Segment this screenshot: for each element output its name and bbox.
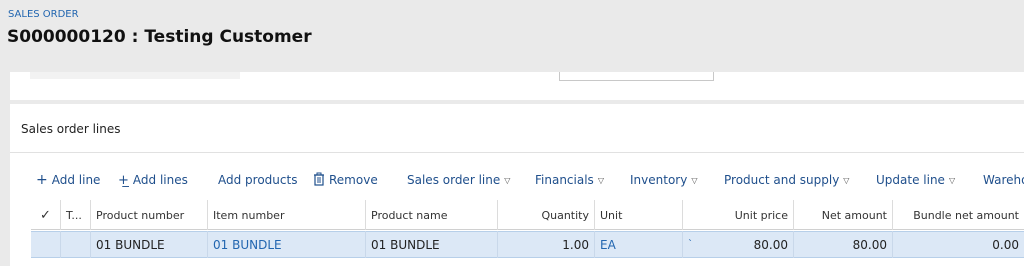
breadcrumb[interactable]: SALES ORDER	[8, 9, 79, 20]
product-and-supply-menu[interactable]: Product and supply ▽	[724, 170, 849, 190]
add-products-button[interactable]: Add products	[218, 170, 297, 190]
warehouse-menu[interactable]: Wareho	[983, 170, 1024, 190]
bundle-net-amount-cell[interactable]: 0.00	[892, 231, 1024, 258]
chevron-down-icon: ▽	[691, 175, 698, 185]
net-amount-cell[interactable]: 80.00	[793, 231, 892, 258]
sales-order-lines-grid: ✓ T... Product number Item number Produc…	[31, 200, 1024, 266]
page-header: SALES ORDER S000000120 : Testing Custome…	[0, 0, 1024, 72]
inventory-label: Inventory	[630, 173, 688, 187]
row-type-cell	[60, 231, 90, 258]
chevron-down-icon: ▽	[597, 175, 604, 185]
column-header-item-number[interactable]: Item number	[207, 200, 365, 230]
financials-menu[interactable]: Financials ▽	[535, 170, 604, 190]
trash-icon	[313, 172, 325, 189]
column-header-bundle-net-amount[interactable]: Bundle net amount	[892, 200, 1024, 230]
header-field-input[interactable]	[559, 72, 714, 81]
plus-icon: +	[36, 172, 48, 188]
quantity-cell[interactable]: 1.00	[497, 231, 594, 258]
column-header-product-number[interactable]: Product number	[90, 200, 207, 230]
warehouse-label: Wareho	[983, 173, 1024, 187]
financials-label: Financials	[535, 173, 594, 187]
unit-price-marker: ˋ	[682, 231, 702, 258]
chevron-down-icon: ▽	[504, 175, 511, 185]
page-title: S000000120 : Testing Customer	[7, 27, 312, 47]
column-header-unit-price[interactable]: Unit price	[682, 200, 793, 230]
add-products-label: Add products	[218, 173, 298, 187]
lines-toolbar: + Add line +̲ Add lines Add products Rem…	[0, 170, 1024, 190]
column-header-net-amount[interactable]: Net amount	[793, 200, 892, 230]
product-name-cell[interactable]: 01 BUNDLE	[365, 231, 497, 258]
product-and-supply-label: Product and supply	[724, 173, 840, 187]
select-all-checkbox[interactable]: ✓	[31, 200, 60, 230]
row-select-checkbox[interactable]	[31, 231, 60, 258]
product-number-cell[interactable]: 01 BUNDLE	[90, 231, 207, 258]
header-field-left	[30, 72, 240, 79]
inventory-menu[interactable]: Inventory ▽	[630, 170, 697, 190]
add-line-label: Add line	[51, 173, 101, 187]
plus-lines-icon: +̲	[118, 172, 129, 188]
item-number-link[interactable]: 01 BUNDLE	[207, 231, 365, 258]
section-divider	[10, 152, 1024, 153]
unit-price-cell[interactable]: 80.00	[702, 231, 793, 258]
remove-button[interactable]: Remove	[313, 170, 378, 190]
add-line-button[interactable]: + Add line	[36, 170, 100, 190]
remove-label: Remove	[329, 173, 378, 187]
update-line-label: Update line	[876, 173, 945, 187]
chevron-down-icon: ▽	[843, 175, 850, 185]
add-lines-label: Add lines	[132, 173, 188, 187]
sales-order-line-label: Sales order line	[407, 173, 501, 187]
column-header-quantity[interactable]: Quantity	[497, 200, 594, 230]
update-line-menu[interactable]: Update line ▽	[876, 170, 955, 190]
unit-link[interactable]: EA	[594, 231, 682, 258]
sales-order-line-menu[interactable]: Sales order line ▽	[407, 170, 510, 190]
add-lines-button[interactable]: +̲ Add lines	[118, 170, 188, 190]
column-header-type[interactable]: T...	[60, 200, 90, 230]
column-header-product-name[interactable]: Product name	[365, 200, 497, 230]
column-header-unit[interactable]: Unit	[594, 200, 682, 230]
chevron-down-icon: ▽	[948, 175, 956, 185]
section-title[interactable]: Sales order lines	[21, 122, 120, 136]
